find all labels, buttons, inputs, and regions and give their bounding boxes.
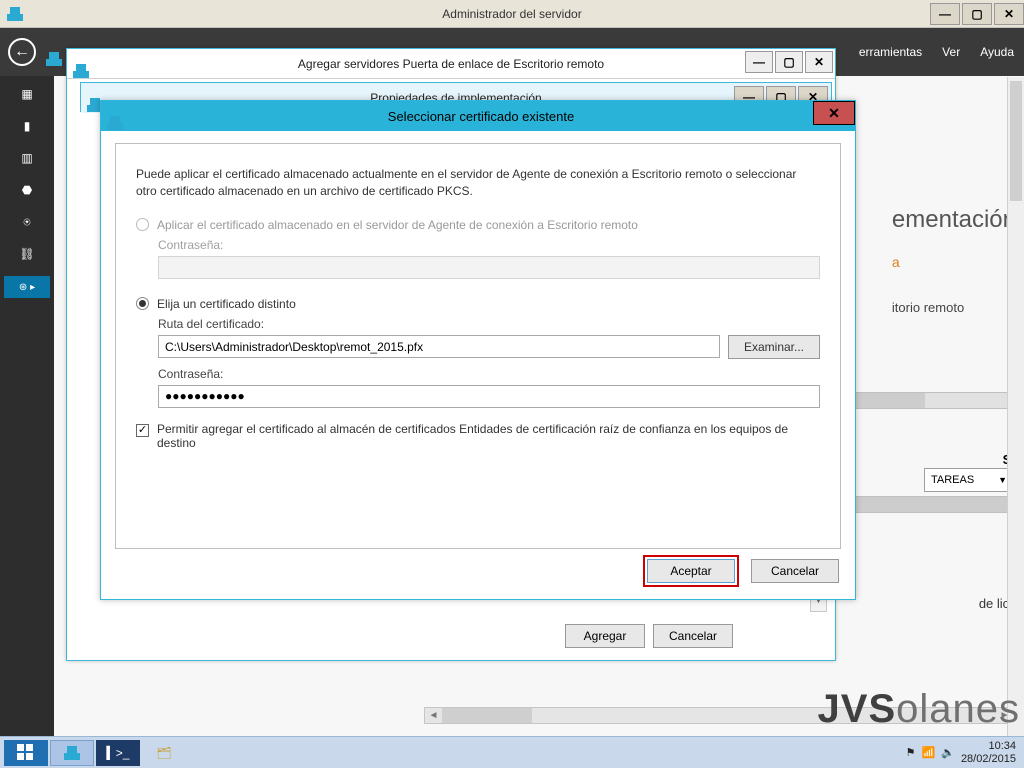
cert-dialog-body: Puede aplicar el certificado almacenado … bbox=[115, 143, 841, 549]
cert-dialog-titlebar: Seleccionar certificado existente ✕ bbox=[101, 101, 855, 131]
accept-button[interactable]: Aceptar bbox=[647, 559, 735, 583]
orange-fragment: a bbox=[892, 254, 1016, 270]
start-button[interactable] bbox=[4, 740, 48, 766]
checkbox-icon: ✓ bbox=[136, 424, 149, 437]
add-dialog-titlebar: Agregar servidores Puerta de enlace de E… bbox=[67, 49, 835, 79]
add-dialog-minimize-button[interactable]: — bbox=[745, 51, 773, 73]
horizontal-scrollbar-2[interactable] bbox=[854, 496, 1014, 513]
radio-icon bbox=[136, 297, 149, 310]
accept-highlight: Aceptar bbox=[643, 555, 739, 587]
partial-headings: ementación a itorio remoto bbox=[892, 206, 1016, 315]
add-dialog-maximize-button[interactable]: ▢ bbox=[775, 51, 803, 73]
taskbar-explorer[interactable]: 🗂 bbox=[142, 740, 186, 766]
radio-apply-stored: Aplicar el certificado almacenado en el … bbox=[136, 218, 820, 232]
clock-date: 28/02/2015 bbox=[961, 753, 1016, 765]
tray-flag-icon[interactable]: ⚑ bbox=[906, 746, 916, 759]
clock-time: 10:34 bbox=[961, 740, 1016, 752]
trust-store-checkbox-label: Permitir agregar el certificado al almac… bbox=[157, 422, 820, 450]
menu-help[interactable]: Ayuda bbox=[980, 45, 1014, 59]
cert-path-label: Ruta del certificado: bbox=[158, 317, 820, 331]
main-maximize-button[interactable]: ▢ bbox=[962, 3, 992, 25]
main-window-title: Administrador del servidor bbox=[0, 7, 1024, 21]
role-rds-icon[interactable]: ⊛ ▸ bbox=[4, 276, 50, 298]
tasks-dropdown[interactable]: TAREAS ▼ bbox=[924, 468, 1014, 492]
dashboard-icon[interactable]: ▦ bbox=[15, 84, 39, 104]
cert-dialog-title: Seleccionar certificado existente bbox=[107, 109, 855, 124]
menu-tools[interactable]: erramientas bbox=[859, 45, 922, 59]
main-minimize-button[interactable]: — bbox=[930, 3, 960, 25]
password2-input[interactable] bbox=[158, 385, 820, 408]
taskbar-server-manager[interactable] bbox=[50, 740, 94, 766]
browse-button[interactable]: Examinar... bbox=[728, 335, 820, 359]
cancel-button[interactable]: Cancelar bbox=[751, 559, 839, 583]
password2-label: Contraseña: bbox=[158, 367, 820, 381]
scroll-left-icon[interactable]: ◄ bbox=[425, 710, 442, 721]
main-close-button[interactable]: ✕ bbox=[994, 3, 1024, 25]
local-server-icon[interactable]: ▮ bbox=[15, 116, 39, 136]
system-tray: ⚑ 📶 🔈 10:34 28/02/2015 bbox=[906, 740, 1020, 764]
cert-dialog-close-button[interactable]: ✕ bbox=[813, 101, 855, 125]
all-servers-icon[interactable]: ▥ bbox=[15, 148, 39, 168]
radio-icon bbox=[136, 218, 149, 231]
tray-network-icon[interactable]: 📶 bbox=[922, 746, 936, 759]
horizontal-scrollbar-bottom[interactable]: ◄ ► bbox=[424, 707, 1014, 724]
tray-volume-icon[interactable]: 🔈 bbox=[941, 746, 955, 759]
taskbar-clock[interactable]: 10:34 28/02/2015 bbox=[961, 740, 1016, 764]
back-button[interactable]: ← bbox=[8, 38, 36, 66]
add-dialog-title: Agregar servidores Puerta de enlace de E… bbox=[67, 57, 835, 71]
main-vertical-scrollbar[interactable] bbox=[1007, 77, 1024, 736]
role-icon-1[interactable]: ⬣ bbox=[15, 180, 39, 200]
menu-view[interactable]: Ver bbox=[942, 45, 960, 59]
cert-intro-text: Puede aplicar el certificado almacenado … bbox=[136, 166, 820, 200]
cancel-button[interactable]: Cancelar bbox=[653, 624, 733, 648]
select-certificate-dialog: Seleccionar certificado existente ✕ Pued… bbox=[100, 100, 856, 600]
add-button[interactable]: Agregar bbox=[565, 624, 645, 648]
radio-apply-stored-label: Aplicar el certificado almacenado en el … bbox=[157, 218, 638, 232]
left-nav-rail: ▦ ▮ ▥ ⬣ ⍟ ⛓ ⊛ ▸ bbox=[0, 76, 54, 768]
horizontal-scrollbar-1[interactable] bbox=[854, 392, 1014, 409]
radio-choose-different-label: Elija un certificado distinto bbox=[157, 297, 296, 311]
main-titlebar: Administrador del servidor — ▢ ✕ bbox=[0, 0, 1024, 28]
password1-input bbox=[158, 256, 820, 279]
taskbar: ▍>_ 🗂 ⚑ 📶 🔈 10:34 28/02/2015 bbox=[0, 736, 1024, 768]
cert-path-input[interactable] bbox=[158, 335, 720, 358]
windows-logo-icon bbox=[17, 744, 35, 762]
add-dialog-close-button[interactable]: ✕ bbox=[805, 51, 833, 73]
role-icon-3[interactable]: ⛓ bbox=[15, 244, 39, 264]
radio-choose-different[interactable]: Elija un certificado distinto bbox=[136, 297, 820, 311]
server-manager-icon bbox=[6, 5, 24, 23]
server-manager-icon bbox=[64, 746, 80, 760]
trust-store-checkbox-row[interactable]: ✓ Permitir agregar el certificado al alm… bbox=[136, 422, 820, 450]
remote-fragment: itorio remoto bbox=[892, 300, 1016, 315]
password1-label: Contraseña: bbox=[158, 238, 820, 252]
role-icon-2[interactable]: ⍟ bbox=[15, 212, 39, 232]
chevron-down-icon: ▼ bbox=[998, 475, 1007, 485]
taskbar-powershell[interactable]: ▍>_ bbox=[96, 740, 140, 766]
heading-fragment: ementación bbox=[892, 206, 1016, 234]
